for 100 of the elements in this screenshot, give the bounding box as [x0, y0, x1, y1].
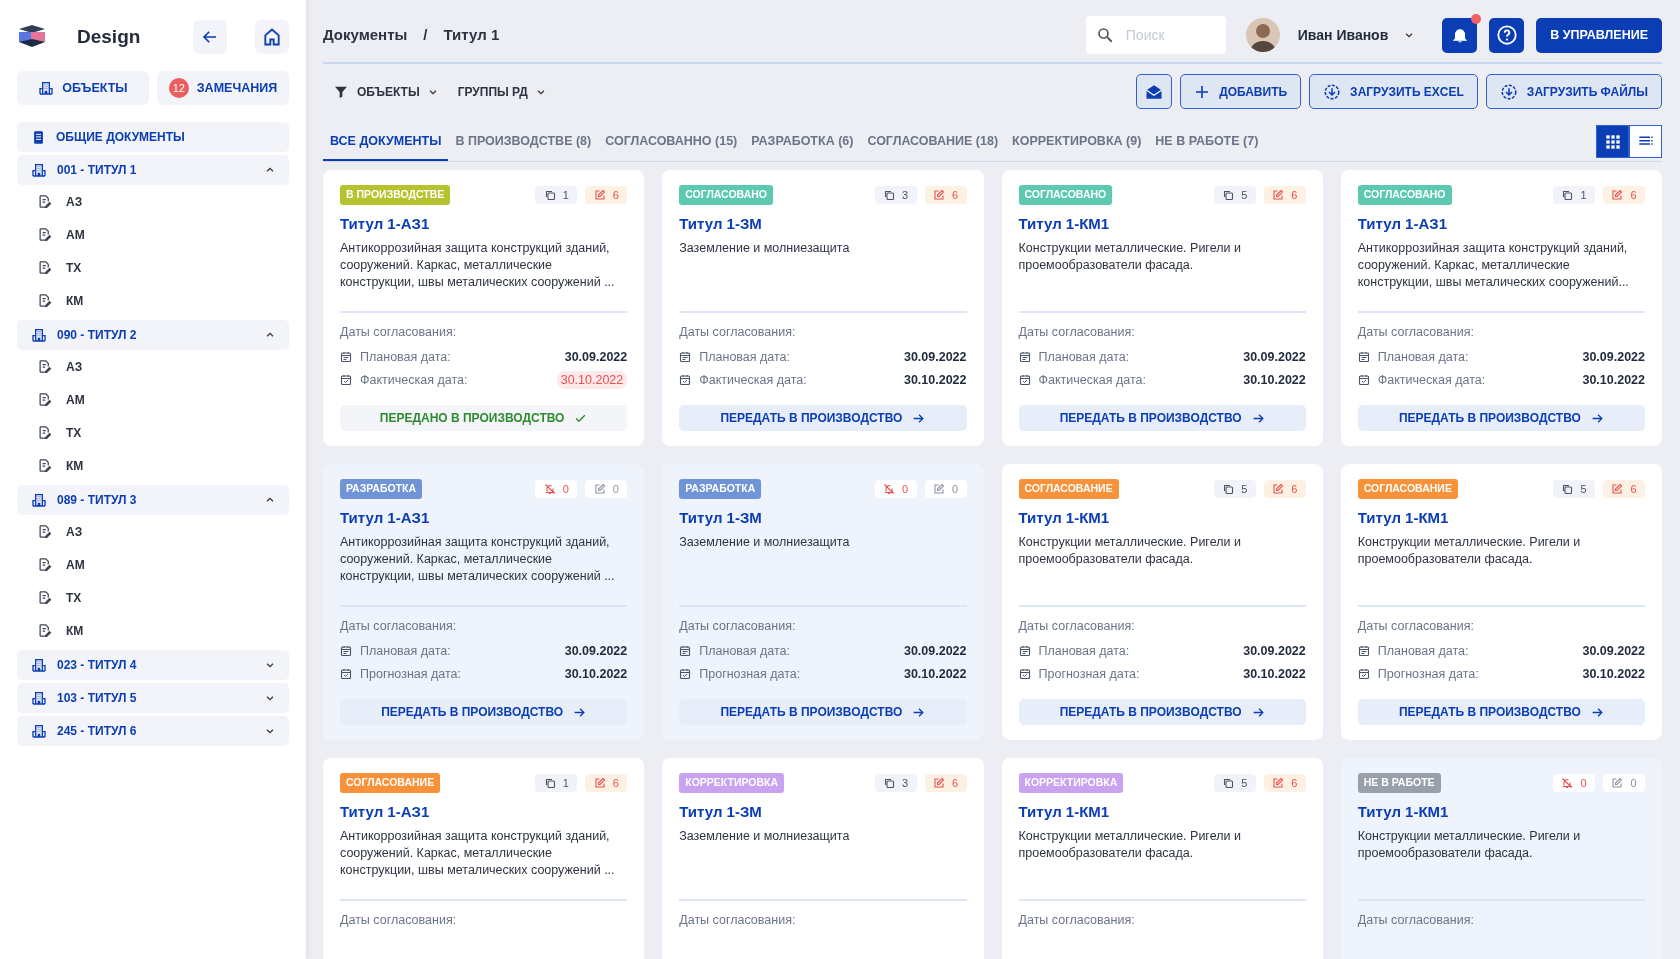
grid-view-button[interactable]: [1596, 125, 1629, 158]
date-value: 30.09.2022: [564, 642, 628, 660]
tree-group[interactable]: 089 - ТИТУЛ 3: [17, 485, 289, 515]
tree-item[interactable]: АМ: [17, 548, 289, 581]
tree-item[interactable]: КМ: [17, 614, 289, 647]
user-menu[interactable]: Иван Иванов: [1291, 23, 1421, 47]
tree-group[interactable]: 245 - ТИТУЛ 6: [17, 716, 289, 746]
document-title[interactable]: Титул 1-КМ1: [1357, 800, 1645, 824]
copies-counter[interactable]: 3: [874, 773, 917, 792]
tab[interactable]: НЕ В РАБОТЕ (7): [1148, 123, 1266, 161]
production-button[interactable]: ПЕРЕДАТЬ В ПРОИЗВОДСТВО: [679, 405, 967, 431]
tree-item[interactable]: АЗ: [17, 515, 289, 548]
document-title[interactable]: Титул 1-КМ1: [1018, 800, 1306, 824]
status-badge: СОГЛАСОВАНО: [1357, 185, 1452, 205]
tab[interactable]: ВСЕ ДОКУМЕНТЫ: [323, 123, 449, 161]
dates-heading: Даты согласования:: [679, 912, 797, 930]
tree-group[interactable]: 001 - ТИТУЛ 1: [17, 155, 289, 185]
list-view-button[interactable]: [1629, 125, 1662, 158]
filter-dropdown[interactable]: ГРУППЫ РД: [447, 82, 556, 101]
copies-counter[interactable]: 5: [1213, 773, 1256, 792]
document-title[interactable]: Титул 1-ЗМ: [679, 212, 967, 236]
document-title[interactable]: Титул 1-КМ1: [1018, 212, 1306, 236]
edit-icon: [1272, 776, 1285, 789]
document-title[interactable]: Титул 1-АЗ1: [340, 506, 628, 530]
objects-button[interactable]: ОБЪЕКТЫ: [17, 71, 149, 105]
production-button[interactable]: ПЕРЕДАТЬ В ПРОИЗВОДСТВО: [1018, 699, 1306, 725]
production-button[interactable]: ПЕРЕДАТЬ В ПРОИЗВОДСТВО: [1357, 405, 1645, 431]
back-button[interactable]: [193, 20, 227, 54]
date-value: 30.09.2022: [1582, 642, 1645, 660]
tree-item[interactable]: КМ: [17, 449, 289, 482]
production-button[interactable]: ПЕРЕДАТЬ В ПРОИЗВОДСТВО: [1357, 699, 1645, 725]
upload-button[interactable]: ЗАГРУЗИТЬ EXCEL: [1309, 74, 1478, 109]
search-box[interactable]: Поиск: [1085, 16, 1226, 54]
building-icon: [31, 492, 47, 508]
document-title[interactable]: Титул 1-АЗ1: [340, 800, 628, 824]
filter-dropdown[interactable]: ОБЪЕКТЫ: [323, 82, 448, 101]
copies-icon: [1222, 188, 1235, 201]
copies-counter[interactable]: 1: [535, 185, 578, 204]
tree-item[interactable]: ТХ: [17, 251, 289, 284]
document-title[interactable]: Титул 1-АЗ1: [340, 212, 628, 236]
tree-item[interactable]: АМ: [17, 218, 289, 251]
help-button[interactable]: [1489, 17, 1525, 53]
tree-item[interactable]: АЗ: [17, 185, 289, 218]
date-label: Плановая дата:: [699, 642, 790, 660]
tree-group[interactable]: 023 - ТИТУЛ 4: [17, 650, 289, 680]
tree-item[interactable]: КМ: [17, 284, 289, 317]
tree-group[interactable]: 090 - ТИТУЛ 2: [17, 320, 289, 350]
tree-item[interactable]: ТХ: [17, 581, 289, 614]
breadcrumb-link[interactable]: Документы: [323, 23, 408, 47]
arrow-right-icon: [573, 705, 587, 719]
arrow-right-icon: [1590, 705, 1604, 719]
tab[interactable]: В ПРОИЗВОДСТВЕ (8): [448, 123, 599, 161]
copies-counter[interactable]: 1: [535, 773, 578, 792]
copies-counter[interactable]: 5: [1213, 479, 1256, 498]
document-description: Антикоррозийная защита конструкций зданий, сооружений. Каркас, металлические конструкции, швы металических сооружений...: [1357, 240, 1630, 292]
tab[interactable]: РАЗРАБОТКА (6): [744, 123, 861, 161]
manage-button[interactable]: В УПРАВЛЕНИЕ: [1536, 17, 1662, 53]
mail-button[interactable]: [1136, 74, 1173, 109]
search-field[interactable]: Поиск: [1123, 16, 1216, 54]
muted-counter[interactable]: 0: [1553, 773, 1595, 792]
remarks-button[interactable]: 12 ЗАМЕЧАНИЯ: [157, 71, 289, 105]
file-edit-icon: [37, 623, 52, 638]
document-title[interactable]: Титул 1-КМ1: [1018, 506, 1306, 530]
dates-heading: Даты согласования:: [1357, 618, 1475, 636]
tree-item[interactable]: АМ: [17, 383, 289, 416]
date-value: 30.10.2022: [903, 371, 967, 389]
home-button[interactable]: [255, 20, 289, 54]
date-value: 30.09.2022: [903, 348, 967, 366]
tree-item[interactable]: ТХ: [17, 416, 289, 449]
tab[interactable]: СОГЛАСОВАНИЕ (18): [860, 123, 1006, 161]
notifications-button[interactable]: [1442, 17, 1478, 53]
copies-counter[interactable]: 5: [1553, 479, 1595, 498]
muted-counter[interactable]: 0: [874, 479, 917, 498]
copies-counter[interactable]: 3: [874, 185, 917, 204]
bell-off-icon: [882, 482, 895, 495]
count-badge: 12: [168, 78, 189, 98]
file-edit-icon: [37, 293, 52, 308]
muted-counter[interactable]: 0: [535, 479, 578, 498]
document-title[interactable]: Титул 1-ЗМ: [679, 800, 967, 824]
search-icon: [1095, 26, 1114, 44]
document-title[interactable]: Титул 1-КМ1: [1357, 506, 1645, 530]
copies-counter[interactable]: 1: [1553, 185, 1595, 204]
tab[interactable]: СОГЛАСОВАННО (15): [598, 123, 745, 161]
copies-counter[interactable]: 5: [1213, 185, 1256, 204]
document-title[interactable]: Титул 1-ЗМ: [679, 506, 967, 530]
document-title[interactable]: Титул 1-АЗ1: [1357, 212, 1645, 236]
status-badge: В ПРОИЗВОДСТВЕ: [340, 185, 451, 205]
tree-item[interactable]: АЗ: [17, 350, 289, 383]
production-button[interactable]: ПЕРЕДАНО В ПРОИЗВОДСТВО: [340, 405, 628, 431]
tab[interactable]: КОРРЕКТИРОВКА (9): [1005, 123, 1149, 161]
production-button[interactable]: ПЕРЕДАТЬ В ПРОИЗВОДСТВО: [1018, 405, 1306, 431]
production-button[interactable]: ПЕРЕДАТЬ В ПРОИЗВОДСТВО: [679, 699, 967, 725]
sidebar-item[interactable]: ОБЩИЕ ДОКУМЕНТЫ: [17, 122, 289, 152]
avatar: [1245, 18, 1280, 52]
add-button[interactable]: ДОБАВИТЬ: [1180, 74, 1302, 109]
production-button[interactable]: ПЕРЕДАТЬ В ПРОИЗВОДСТВО: [340, 699, 628, 725]
upload-button[interactable]: ЗАГРУЗИТЬ ФАЙЛЫ: [1485, 74, 1662, 109]
copies-icon: [1561, 482, 1574, 495]
bell-off-icon: [1561, 776, 1574, 789]
tree-group[interactable]: 103 - ТИТУЛ 5: [17, 683, 289, 713]
